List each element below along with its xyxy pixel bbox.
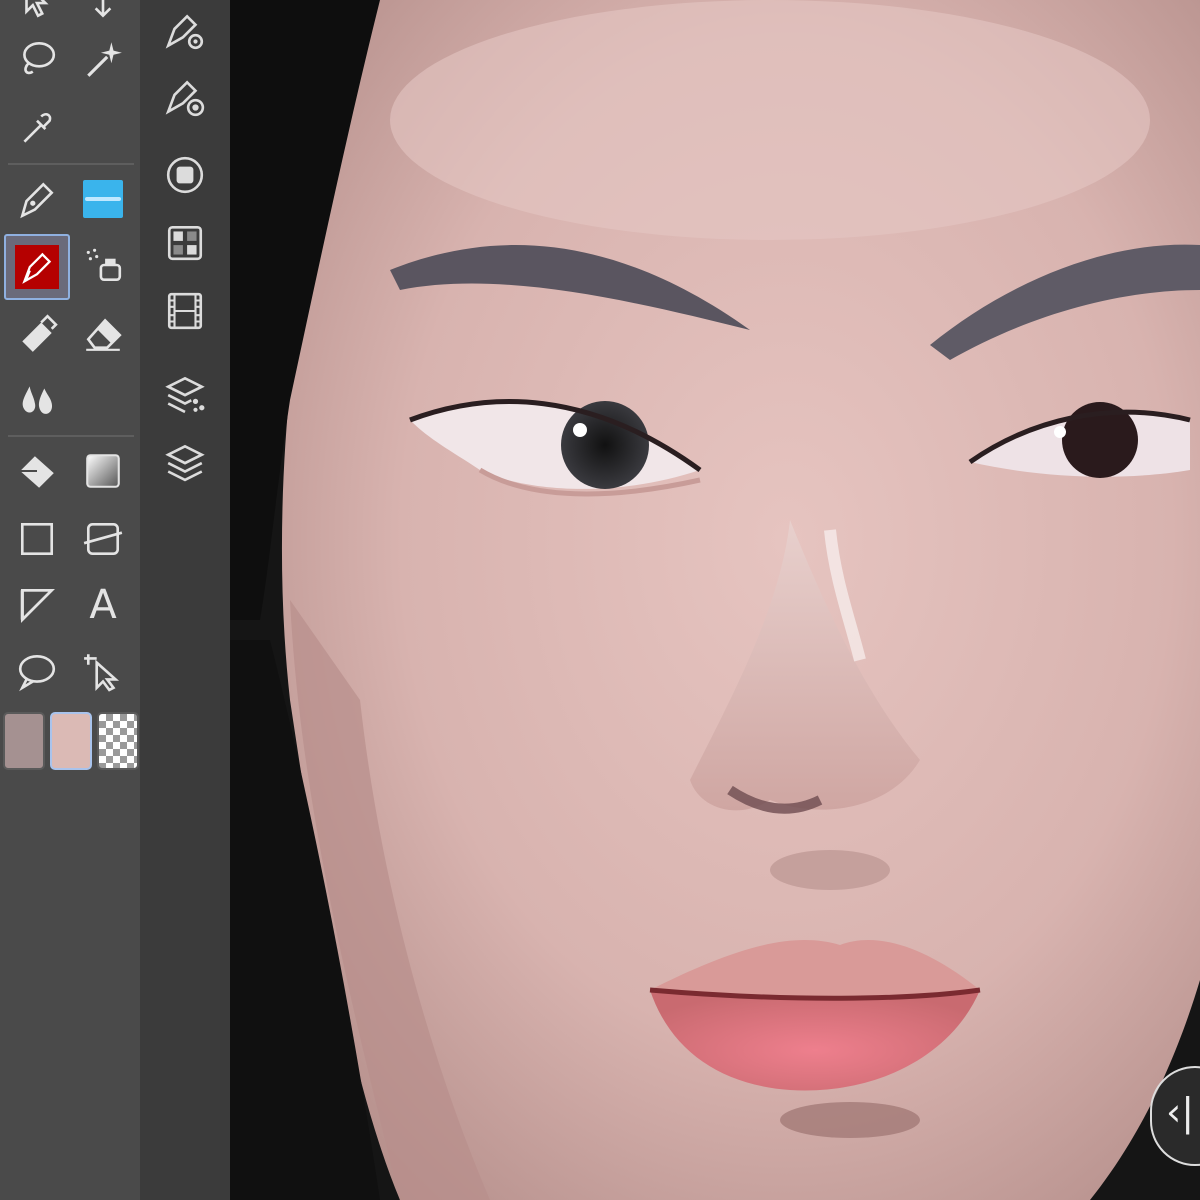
- frame-border-tool[interactable]: [6, 574, 68, 636]
- tool-property-icon: [165, 14, 204, 50]
- sub-color-swatch[interactable]: [50, 712, 92, 770]
- figure-tool[interactable]: [6, 508, 68, 570]
- color-circle-icon: [166, 156, 204, 194]
- drawing-canvas[interactable]: [230, 0, 1200, 1200]
- layer-property-icon: [165, 376, 205, 414]
- eraser-tool[interactable]: [72, 302, 134, 364]
- eyedropper-tool[interactable]: [6, 96, 68, 158]
- balloon-tool[interactable]: [6, 640, 68, 702]
- decoration-icon: [22, 314, 58, 352]
- airbrush-tool[interactable]: [72, 234, 134, 296]
- tool-property-button[interactable]: [154, 0, 216, 62]
- eyedropper-icon: [23, 113, 52, 143]
- frame-border-icon: [20, 588, 55, 623]
- toolbar-divider: [8, 435, 134, 437]
- lasso-tool[interactable]: [6, 28, 68, 90]
- ruler-icon: [83, 522, 123, 556]
- watercolor-tool[interactable]: [72, 168, 134, 230]
- gradient-icon: [86, 454, 120, 488]
- speech-balloon-icon: [18, 654, 56, 692]
- blend-tool[interactable]: [6, 368, 68, 430]
- color-set-icon: [167, 225, 203, 261]
- transparent-color-swatch[interactable]: [97, 712, 139, 770]
- timeline-button[interactable]: [154, 280, 216, 342]
- text-icon: A: [89, 582, 117, 628]
- layers-button[interactable]: [154, 430, 216, 492]
- fill-tool[interactable]: [6, 440, 68, 502]
- timeline-icon: [167, 292, 203, 330]
- eraser-icon: [86, 318, 122, 351]
- lasso-icon: [23, 41, 56, 75]
- airbrush-icon: [86, 248, 122, 282]
- layers-icon: [165, 444, 205, 482]
- brush-size-icon: [165, 80, 205, 117]
- color-set-button[interactable]: [154, 212, 216, 274]
- toolbar-divider: [8, 163, 134, 165]
- correct-line-icon: [84, 654, 120, 692]
- ruler-tool[interactable]: [72, 508, 134, 570]
- rectangle-icon: [20, 522, 54, 556]
- portrait-painting: [230, 0, 1200, 1200]
- text-tool[interactable]: A: [72, 574, 134, 636]
- main-color-swatch[interactable]: [3, 712, 45, 770]
- watercolor-brush-icon: [83, 180, 123, 218]
- gradient-tool[interactable]: [72, 440, 134, 502]
- magic-wand-icon: [87, 42, 122, 77]
- pen-tool[interactable]: [6, 168, 68, 230]
- brush-tool[interactable]: [4, 234, 70, 300]
- correct-line-tool[interactable]: [72, 640, 134, 702]
- palette-bar: [140, 0, 230, 1200]
- layer-property-button[interactable]: [154, 362, 216, 424]
- color-circle-button[interactable]: [154, 144, 216, 206]
- move-arrow-icon: [25, 0, 49, 18]
- down-arrow-icon: [94, 0, 112, 18]
- auto-select-tool[interactable]: [72, 28, 134, 90]
- blend-drops-icon: [22, 386, 53, 414]
- tool-palette: A: [0, 0, 140, 1200]
- pen-nib-icon: [20, 182, 54, 219]
- brush-icon: [15, 245, 59, 289]
- brush-size-button[interactable]: [154, 66, 216, 128]
- collapse-chevron-icon: ‹|: [1166, 1090, 1194, 1134]
- decoration-tool[interactable]: [6, 302, 68, 364]
- fill-bucket-icon: [20, 456, 54, 488]
